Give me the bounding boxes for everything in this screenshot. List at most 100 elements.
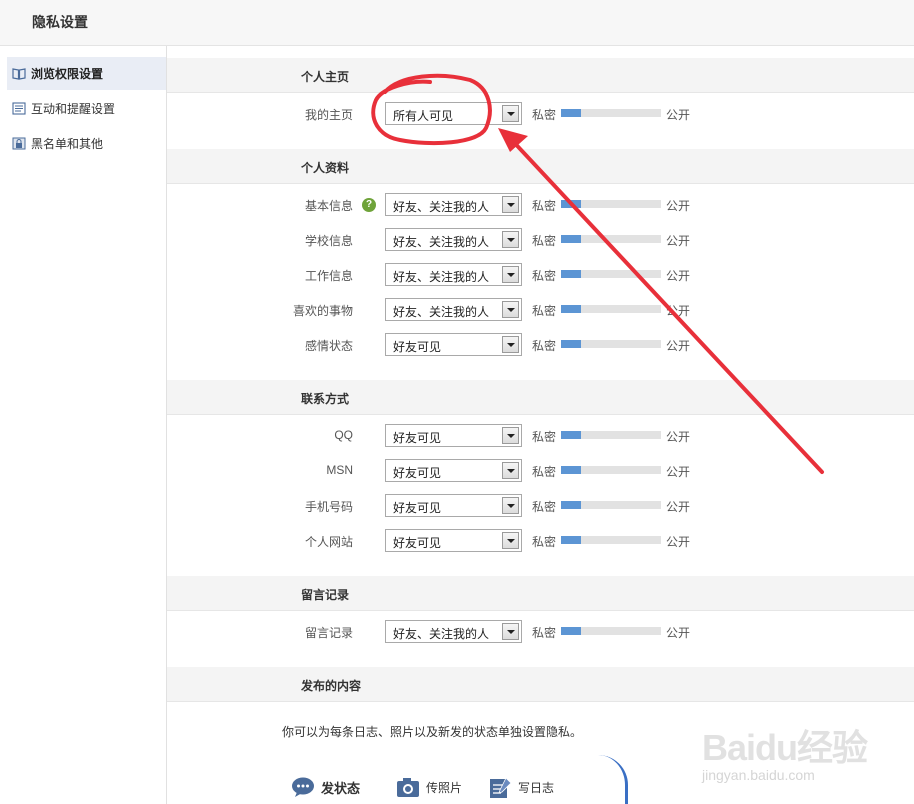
- dropdown-arrow-icon[interactable]: [502, 497, 519, 514]
- privacy-level-bar: [561, 466, 661, 474]
- page-header: 隐私设置: [0, 0, 914, 46]
- notepad-icon: [490, 777, 512, 798]
- visibility-select[interactable]: 所有人可见: [385, 102, 522, 125]
- visibility-select[interactable]: 好友、关注我的人: [385, 193, 522, 216]
- public-label: 公开: [666, 199, 691, 213]
- setting-label: 学校信息: [304, 234, 353, 248]
- setting-row-msn: MSN 好友可见 私密 公开: [167, 453, 914, 488]
- sidebar-item-interaction-reminders[interactable]: 互动和提醒设置: [7, 92, 166, 125]
- privacy-level-bar: [561, 501, 661, 509]
- private-label: 私密: [532, 199, 557, 213]
- dropdown-arrow-icon[interactable]: [502, 266, 519, 283]
- privacy-level-fill: [561, 431, 581, 439]
- visibility-select-value: 好友、关注我的人: [393, 305, 490, 319]
- visibility-select[interactable]: 好友、关注我的人: [385, 228, 522, 251]
- visibility-select[interactable]: 好友、关注我的人: [385, 298, 522, 321]
- dropdown-arrow-icon[interactable]: [502, 196, 519, 213]
- privacy-level-bar: [561, 536, 661, 544]
- public-label: 公开: [666, 500, 691, 514]
- visibility-select[interactable]: 好友可见: [385, 494, 522, 517]
- visibility-select-value: 所有人可见: [393, 109, 454, 123]
- visibility-select[interactable]: 好友可见: [385, 459, 522, 482]
- section-title: 发布的内容: [301, 679, 362, 693]
- section-header-contact: 联系方式: [167, 380, 914, 415]
- section-header-homepage: 个人主页: [167, 58, 914, 93]
- visibility-select-value: 好友、关注我的人: [393, 627, 490, 641]
- sidebar: 浏览权限设置 互动和提醒设置 黑名单和其他: [0, 46, 167, 804]
- setting-label: MSN: [326, 463, 353, 477]
- private-label: 私密: [532, 108, 557, 122]
- public-label: 公开: [666, 269, 691, 283]
- setting-label: 我的主页: [304, 108, 353, 122]
- section-title: 留言记录: [301, 588, 350, 602]
- public-label: 公开: [666, 465, 691, 479]
- setting-label: 个人网站: [304, 535, 353, 549]
- private-label: 私密: [532, 234, 557, 248]
- dropdown-arrow-icon[interactable]: [502, 462, 519, 479]
- visibility-select[interactable]: 好友、关注我的人: [385, 620, 522, 643]
- privacy-level-fill: [561, 501, 581, 509]
- setting-row-phone: 手机号码 好友可见 私密 公开: [167, 488, 914, 523]
- private-label: 私密: [532, 626, 557, 640]
- setting-label: QQ: [334, 428, 353, 442]
- upload-photo-button[interactable]: 传照片: [396, 776, 462, 798]
- public-label: 公开: [666, 535, 691, 549]
- private-label: 私密: [532, 430, 557, 444]
- section-title: 个人主页: [301, 70, 350, 84]
- private-label: 私密: [532, 339, 557, 353]
- privacy-level-bar: [561, 200, 661, 208]
- privacy-level-bar: [561, 109, 661, 117]
- list-icon: [12, 102, 26, 115]
- visibility-select-value: 好友可见: [393, 340, 442, 354]
- public-label: 公开: [666, 234, 691, 248]
- page-title: 隐私设置: [32, 14, 88, 30]
- setting-label: 感情状态: [304, 339, 353, 353]
- privacy-settings-panel: 个人主页 我的主页 所有人可见 私密 公开 个人资料 基本信息 ? 好友、关注我…: [167, 46, 914, 804]
- dropdown-arrow-icon[interactable]: [502, 231, 519, 248]
- visibility-select-value: 好友、关注我的人: [393, 235, 490, 249]
- privacy-level-fill: [561, 235, 581, 243]
- privacy-level-fill: [561, 627, 581, 635]
- write-blog-button[interactable]: 写日志: [488, 776, 554, 798]
- private-label: 私密: [532, 500, 557, 514]
- privacy-level-bar: [561, 235, 661, 243]
- setting-label: 工作信息: [304, 269, 353, 283]
- dropdown-arrow-icon[interactable]: [502, 336, 519, 353]
- dropdown-arrow-icon[interactable]: [502, 105, 519, 122]
- sidebar-item-label: 浏览权限设置: [31, 67, 104, 81]
- sidebar-item-label: 互动和提醒设置: [31, 102, 116, 116]
- privacy-level-bar: [561, 431, 661, 439]
- setting-row-school-info: 学校信息 好友、关注我的人 私密 公开: [167, 222, 914, 257]
- help-icon[interactable]: ?: [362, 198, 376, 212]
- watermark-main: Baidu经验: [702, 727, 868, 768]
- privacy-level-fill: [561, 200, 581, 208]
- dropdown-arrow-icon[interactable]: [502, 623, 519, 640]
- private-label: 私密: [532, 465, 557, 479]
- privacy-level-fill: [561, 466, 581, 474]
- dropdown-arrow-icon[interactable]: [502, 532, 519, 549]
- visibility-select-value: 好友、关注我的人: [393, 270, 490, 284]
- sidebar-item-blacklist[interactable]: 黑名单和其他: [7, 127, 166, 160]
- setting-row-website: 个人网站 好友可见 私密 公开: [167, 523, 914, 558]
- privacy-level-fill: [561, 305, 581, 313]
- sidebar-item-browse-permissions[interactable]: 浏览权限设置: [7, 57, 166, 90]
- setting-row-message-log: 留言记录 好友、关注我的人 私密 公开: [167, 614, 914, 649]
- book-icon: [12, 68, 26, 80]
- visibility-select[interactable]: 好友可见: [385, 529, 522, 552]
- privacy-level-bar: [561, 305, 661, 313]
- privacy-level-fill: [561, 536, 581, 544]
- setting-label: 喜欢的事物: [292, 304, 353, 318]
- private-label: 私密: [532, 535, 557, 549]
- public-label: 公开: [666, 339, 691, 353]
- setting-row-qq: QQ 好友可见 私密 公开: [167, 418, 914, 453]
- section-title: 联系方式: [301, 392, 350, 406]
- dropdown-arrow-icon[interactable]: [502, 301, 519, 318]
- dropdown-arrow-icon[interactable]: [502, 427, 519, 444]
- privacy-level-fill: [561, 270, 581, 278]
- visibility-select[interactable]: 好友、关注我的人: [385, 263, 522, 286]
- visibility-select[interactable]: 好友可见: [385, 424, 522, 447]
- visibility-select[interactable]: 好友可见: [385, 333, 522, 356]
- sidebar-item-label: 黑名单和其他: [31, 137, 104, 151]
- setting-label: 手机号码: [304, 500, 353, 514]
- post-status-button[interactable]: 发状态: [291, 776, 360, 798]
